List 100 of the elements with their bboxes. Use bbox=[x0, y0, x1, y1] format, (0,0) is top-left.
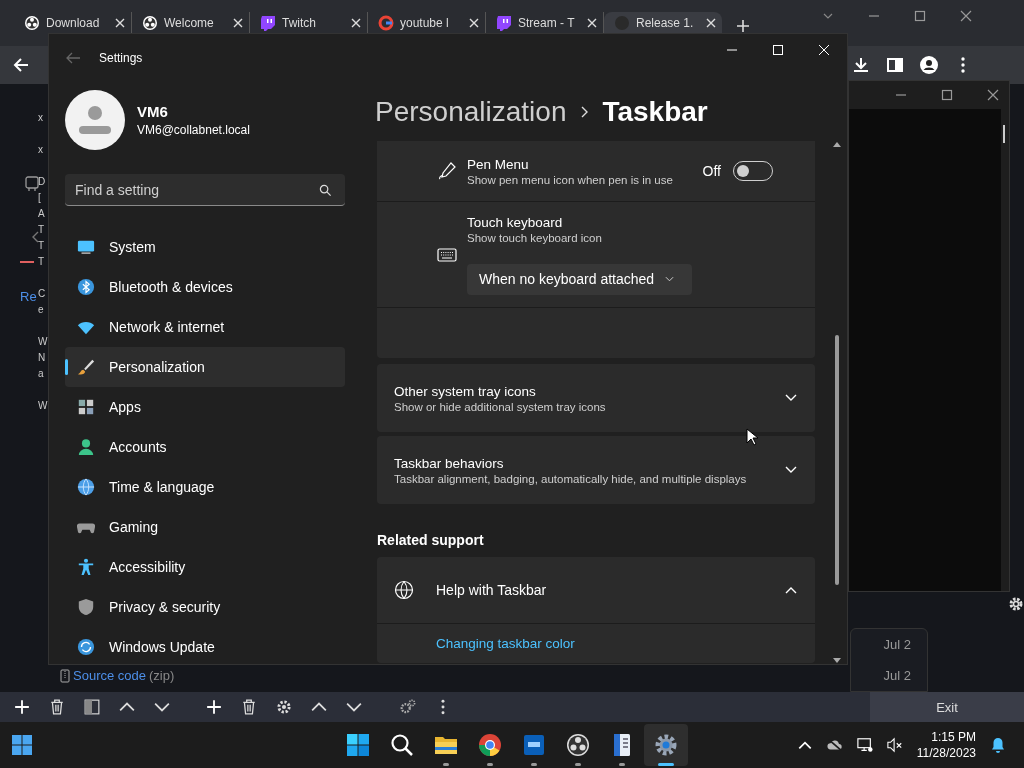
clock-date[interactable]: 11/28/2023 bbox=[916, 745, 976, 761]
windows-start-icon[interactable] bbox=[346, 733, 370, 757]
expander-card[interactable]: Other system tray icons Show or hide additional system tray icons bbox=[377, 364, 815, 432]
monitor-icon bbox=[77, 238, 95, 256]
chevron-down-icon bbox=[785, 466, 797, 474]
link[interactable]: Re bbox=[20, 289, 37, 304]
nav-item[interactable]: Personalization bbox=[65, 347, 345, 387]
github-logo-icon bbox=[614, 14, 630, 31]
setting-description: Show or hide additional system tray icons bbox=[394, 400, 607, 413]
setting-title: Touch keyboard bbox=[467, 214, 564, 230]
setting-title: Pen Menu bbox=[467, 156, 530, 172]
window-title: Settings bbox=[99, 51, 143, 65]
zip-file-icon bbox=[60, 668, 70, 683]
search-field[interactable]: Find a setting bbox=[65, 174, 345, 206]
profile-icon[interactable] bbox=[920, 56, 938, 74]
search-icon[interactable] bbox=[390, 733, 414, 757]
download-icon[interactable] bbox=[852, 56, 870, 74]
scrollbar-thumb[interactable] bbox=[1003, 125, 1005, 143]
setting-title: Taskbar behaviors bbox=[394, 455, 505, 471]
nav-item[interactable]: System bbox=[65, 227, 345, 267]
globe-icon bbox=[394, 580, 414, 600]
download-link[interactable]: Source code bbox=[73, 668, 146, 683]
nav-item[interactable]: Time & language bbox=[65, 467, 345, 507]
nav-item[interactable]: Bluetooth & devices bbox=[65, 267, 345, 307]
toggle-state-label: Off bbox=[702, 163, 721, 179]
chevron-left-icon[interactable] bbox=[31, 231, 39, 243]
obs-logo-icon[interactable] bbox=[566, 733, 590, 757]
date-text: Jul 2 bbox=[883, 637, 911, 652]
device-icon bbox=[25, 176, 39, 192]
person-icon bbox=[77, 438, 95, 456]
scroll-down-icon[interactable] bbox=[833, 658, 841, 664]
text-fragment: W bbox=[38, 399, 48, 413]
shield-icon bbox=[77, 598, 95, 616]
help-link[interactable]: Changing taskbar color bbox=[377, 624, 815, 663]
maximize-icon[interactable] bbox=[941, 89, 953, 101]
app-icon[interactable] bbox=[522, 733, 546, 757]
user-name: VM6 bbox=[137, 103, 169, 120]
obs-logo-icon bbox=[142, 14, 158, 31]
setting-description: Show pen menu icon when pen is in use bbox=[467, 173, 674, 186]
caret-icon bbox=[665, 276, 674, 282]
filter-icon[interactable] bbox=[84, 699, 100, 715]
google-logo-icon bbox=[378, 14, 394, 31]
close-icon[interactable] bbox=[987, 89, 999, 101]
chevron-right-icon bbox=[580, 105, 589, 118]
add-icon[interactable] bbox=[206, 699, 222, 715]
cloud-off-icon[interactable] bbox=[826, 737, 843, 753]
trash-icon[interactable] bbox=[241, 699, 257, 715]
network-icon[interactable] bbox=[856, 737, 873, 753]
apps-icon bbox=[77, 398, 95, 416]
search-icon[interactable] bbox=[319, 184, 332, 197]
back-arrow-icon[interactable] bbox=[12, 56, 30, 74]
trash-icon[interactable] bbox=[49, 699, 65, 715]
breadcrumb-link[interactable]: Personalization bbox=[375, 95, 567, 128]
new-tab-icon[interactable] bbox=[736, 19, 750, 33]
brush-icon bbox=[77, 358, 95, 376]
nav-item[interactable]: Privacy & security bbox=[65, 587, 345, 627]
sidebar-icon[interactable] bbox=[886, 56, 904, 74]
exit-button[interactable]: Exit bbox=[870, 692, 1024, 722]
text-fragment: W bbox=[38, 335, 48, 349]
date-text: Jul 2 bbox=[883, 668, 911, 683]
nav-item[interactable]: Accessibility bbox=[65, 547, 345, 587]
dropdown[interactable]: When no keyboard attached bbox=[467, 263, 692, 295]
text-fragment: A bbox=[38, 207, 46, 221]
expander-header[interactable]: Help with Taskbar bbox=[377, 557, 815, 624]
avatar-icon bbox=[65, 90, 125, 150]
user-email: VM6@collabnet.local bbox=[137, 123, 250, 137]
setting-description: Taskbar alignment, badging, automatically hide, and multiple displays bbox=[394, 472, 748, 485]
nav-item[interactable]: Accounts bbox=[65, 427, 345, 467]
nav-item[interactable]: Network & internet bbox=[65, 307, 345, 347]
add-icon[interactable] bbox=[14, 699, 30, 715]
accessibility-icon bbox=[77, 558, 95, 576]
notification-bell-icon[interactable] bbox=[990, 737, 1006, 753]
gears-icon[interactable] bbox=[400, 699, 416, 715]
keyboard-icon bbox=[437, 247, 457, 262]
text-fragment: [ bbox=[38, 191, 42, 205]
chevron-down-icon bbox=[785, 394, 797, 402]
nav-item[interactable]: Apps bbox=[65, 387, 345, 427]
sync-icon bbox=[77, 638, 95, 656]
chrome-logo-icon[interactable] bbox=[478, 733, 502, 757]
globe-icon bbox=[77, 478, 95, 496]
clock-time[interactable]: 1:15 PM bbox=[931, 729, 976, 745]
bluetooth-icon bbox=[77, 278, 95, 296]
nav-item[interactable]: Windows Update bbox=[65, 627, 345, 667]
browser-tab[interactable]: Release 1. bbox=[604, 12, 722, 33]
text-fragment: x bbox=[38, 143, 44, 157]
twitch-logo-icon bbox=[496, 14, 512, 31]
text-fragment: T bbox=[38, 223, 46, 237]
settings-icon[interactable] bbox=[654, 733, 678, 757]
nav-item[interactable]: Gaming bbox=[65, 507, 345, 547]
volume-muted-icon[interactable] bbox=[886, 737, 903, 753]
mouse-cursor-icon bbox=[746, 428, 758, 446]
text-fragment: C bbox=[38, 287, 47, 301]
chevron-up-icon bbox=[785, 586, 797, 594]
file-type-label: (zip) bbox=[149, 668, 175, 683]
text-fragment: N bbox=[38, 351, 47, 365]
expander-card[interactable]: Taskbar behaviors Taskbar alignment, badging, automatically hide, and multiple displays bbox=[377, 436, 815, 504]
page-title: Taskbar bbox=[602, 95, 708, 128]
text-fragment: e bbox=[38, 303, 45, 317]
scroll-up-icon[interactable] bbox=[833, 141, 841, 147]
windows-start-icon[interactable] bbox=[11, 734, 33, 756]
